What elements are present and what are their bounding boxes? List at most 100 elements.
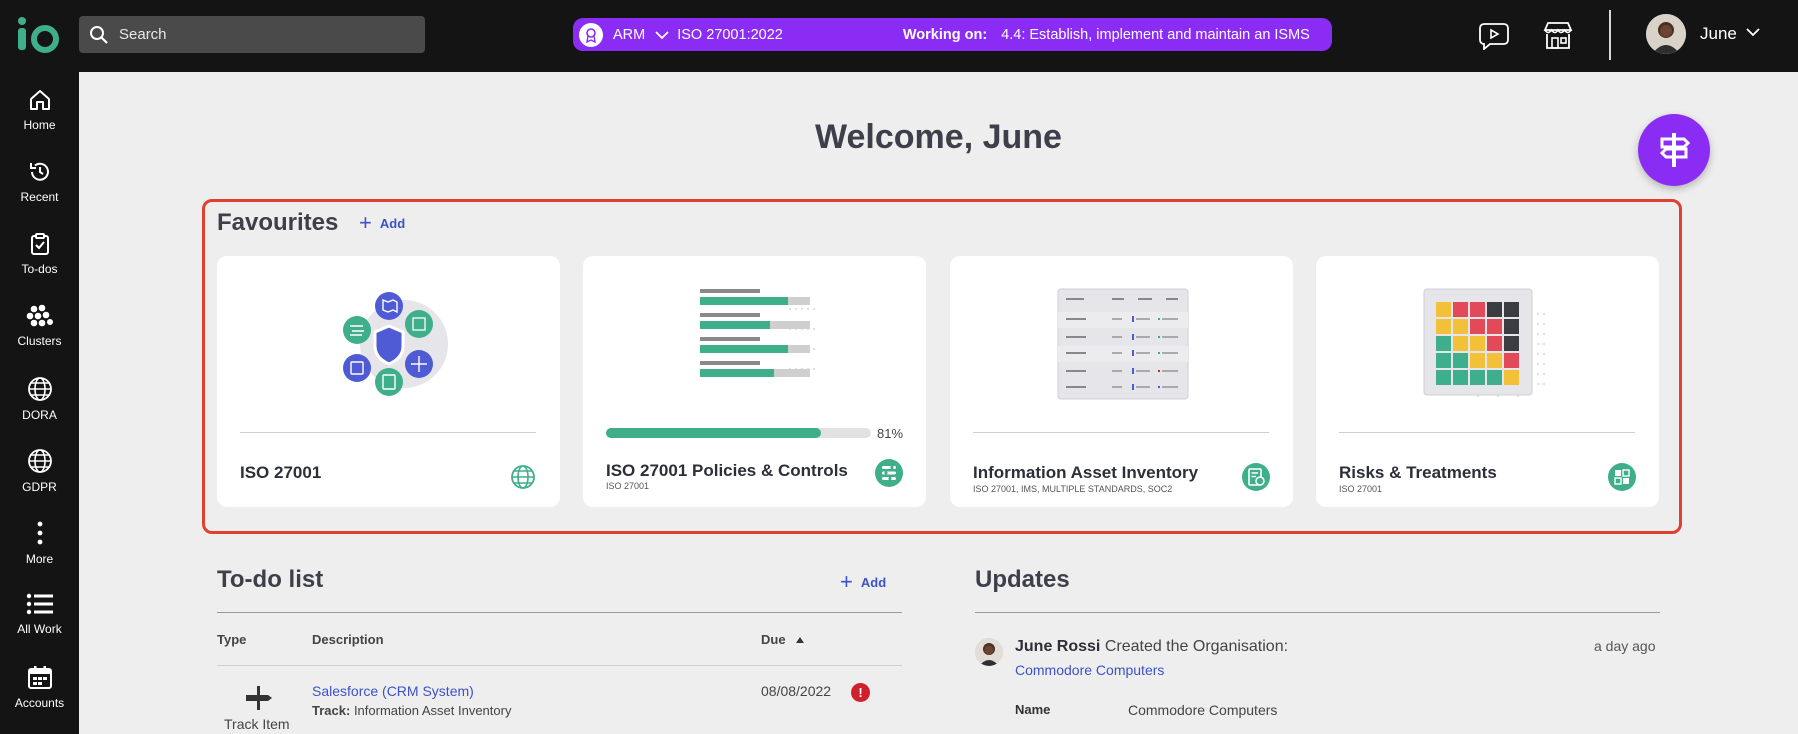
add-favourite-button[interactable]: + Add <box>359 212 405 234</box>
sidebar-label: DORA <box>22 408 57 422</box>
io-logo[interactable] <box>16 14 60 56</box>
policies-illustration <box>583 256 926 421</box>
todo-description-link[interactable]: Salesforce (CRM System) <box>312 683 474 699</box>
sidebar-item-more[interactable]: More <box>0 520 79 590</box>
sidebar-label: Accounts <box>14 696 65 710</box>
column-header-description[interactable]: Description <box>312 632 384 647</box>
user-name[interactable]: June <box>1700 24 1737 44</box>
todo-due-date: 08/08/2022 <box>761 683 832 699</box>
column-header-due-label: Due <box>761 632 786 647</box>
sidebar-label: To-dos <box>21 262 58 276</box>
sidebar-item-accounts[interactable]: Accounts <box>0 664 79 734</box>
award-icon <box>579 22 603 47</box>
sidebar-label: Clusters <box>17 334 62 348</box>
search-icon <box>90 25 108 44</box>
sidebar-label: Recent <box>20 190 59 204</box>
user-avatar[interactable] <box>975 638 1003 666</box>
update-field-value: Commodore Computers <box>1128 702 1278 718</box>
chevron-down-icon[interactable] <box>1745 26 1761 38</box>
video-chat-icon[interactable] <box>1478 20 1510 50</box>
search-placeholder: Search <box>119 26 167 43</box>
sidebar-item-gdpr[interactable]: GDPR <box>0 448 79 518</box>
update-action: Created the Organisation: <box>1104 638 1289 655</box>
working-on-task[interactable]: 4.4: Establish, implement and maintain a… <box>1001 27 1310 43</box>
update-user[interactable]: June Rossi <box>1015 638 1100 655</box>
card-subtitle: ISO 27001 <box>606 481 650 491</box>
favourite-card-iso27001[interactable]: ISO 27001 <box>217 256 560 507</box>
update-text: June Rossi Created the Organisation: <box>1015 638 1288 656</box>
context-org[interactable]: ARM <box>613 27 645 43</box>
column-header-due[interactable]: Due <box>761 632 805 647</box>
progress-bar-fill <box>606 428 821 438</box>
user-avatar[interactable] <box>1646 14 1686 54</box>
risk-matrix-illustration <box>1316 256 1659 431</box>
signpost-icon <box>1659 133 1691 167</box>
working-on-label: Working on: <box>902 26 988 43</box>
card-subtitle: ISO 27001 <box>1339 484 1383 494</box>
add-todo-button[interactable]: + Add <box>840 571 886 593</box>
globe-icon <box>509 463 537 491</box>
guide-button[interactable] <box>1638 114 1710 186</box>
overdue-alert-icon: ! <box>851 683 870 702</box>
sidebar-item-clusters[interactable]: Clusters <box>0 304 79 374</box>
sidebar-item-todos[interactable]: To-dos <box>0 232 79 302</box>
iso-illustration <box>217 256 560 431</box>
welcome-heading: Welcome, June <box>815 118 1062 156</box>
policies-icon <box>875 459 903 487</box>
globe-icon <box>27 377 52 401</box>
todo-track: Track: Information Asset Inventory <box>312 703 511 718</box>
sidebar-item-all-work[interactable]: All Work <box>0 592 79 662</box>
context-bar[interactable]: ARM ISO 27001:2022 Working on: 4.4: Esta… <box>573 18 1332 51</box>
sort-ascending-icon <box>796 637 805 643</box>
card-title: ISO 27001 <box>240 463 322 482</box>
inventory-illustration <box>950 256 1293 431</box>
signpost-icon <box>246 686 272 710</box>
card-subtitle: ISO 27001, IMS, MULTIPLE STANDARDS, SOC2 <box>973 484 1173 494</box>
search-bar[interactable]: Search <box>79 16 425 53</box>
column-header-type[interactable]: Type <box>217 632 246 647</box>
more-vertical-icon <box>37 521 42 545</box>
progress-bar <box>606 428 871 438</box>
top-bar: Search ARM ISO 27001:2022 Working on: 4.… <box>0 0 1798 72</box>
calendar-icon <box>27 666 52 689</box>
globe-icon <box>27 449 52 473</box>
update-field-label: Name <box>1015 702 1051 717</box>
sidebar-item-dora[interactable]: DORA <box>0 376 79 446</box>
sidebar-label: Home <box>23 118 56 132</box>
header-divider <box>1609 10 1611 60</box>
favourite-card-risks-treatments[interactable]: Risks & Treatments ISO 27001 <box>1316 256 1659 507</box>
favourite-card-asset-inventory[interactable]: Information Asset Inventory ISO 27001, I… <box>950 256 1293 507</box>
todo-title: To-do list <box>217 566 324 593</box>
list-icon <box>26 593 53 615</box>
add-label: Add <box>860 574 887 590</box>
todo-type: Track Item <box>224 716 290 732</box>
progress-percent: 81% <box>877 426 904 441</box>
chevron-down-icon[interactable] <box>655 30 669 40</box>
inventory-icon <box>1242 463 1270 491</box>
sidebar-item-home[interactable]: Home <box>0 88 79 158</box>
plus-icon: + <box>359 210 372 235</box>
card-divider <box>1339 432 1635 433</box>
clipboard-check-icon <box>30 233 49 255</box>
card-divider <box>240 432 536 433</box>
sidebar: Home Recent To-dos Clusters DORA GDPR Mo… <box>0 72 79 734</box>
card-title: Risks & Treatments <box>1339 463 1497 482</box>
todo-header-divider <box>217 665 902 666</box>
card-title: Information Asset Inventory <box>973 463 1199 482</box>
plus-icon: + <box>840 569 853 594</box>
updates-divider <box>975 612 1660 613</box>
sidebar-item-recent[interactable]: Recent <box>0 160 79 230</box>
todo-divider <box>217 612 902 613</box>
sidebar-label: All Work <box>17 622 62 636</box>
context-standard[interactable]: ISO 27001:2022 <box>677 27 783 43</box>
sidebar-label: GDPR <box>22 480 57 494</box>
updates-title: Updates <box>975 566 1070 593</box>
marketplace-icon[interactable] <box>1542 20 1574 50</box>
favourites-title: Favourites <box>217 209 339 236</box>
card-divider <box>973 432 1269 433</box>
favourite-card-policies-controls[interactable]: 81% ISO 27001 Policies & Controls ISO 27… <box>583 256 926 507</box>
todo-track-value: Information Asset Inventory <box>353 703 512 718</box>
clusters-icon <box>26 304 53 327</box>
todo-track-label: Track: <box>312 703 351 718</box>
update-link[interactable]: Commodore Computers <box>1015 662 1164 678</box>
